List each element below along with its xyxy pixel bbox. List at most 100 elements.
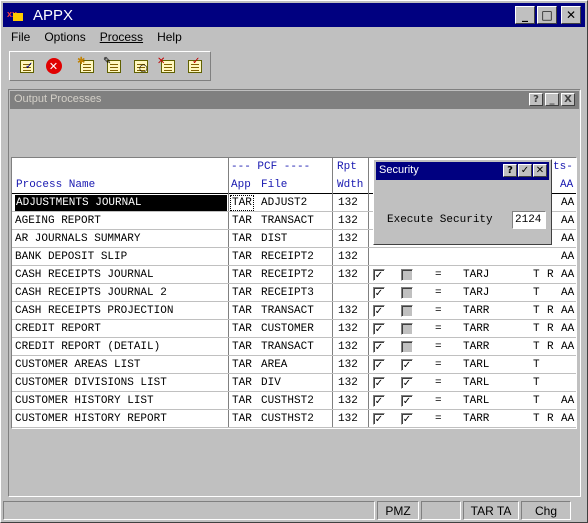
process-name-cell[interactable]: CUSTOMER DIVISIONS LIST bbox=[15, 377, 167, 389]
table-row[interactable]: BANK DEPOSIT SLIP TAR RECEIPT2 132 AA bbox=[12, 248, 576, 266]
checkbox-col1[interactable]: ✓ bbox=[373, 413, 385, 425]
checkbox-col2[interactable]: ✓ bbox=[401, 413, 413, 425]
process-name-cell[interactable]: CREDIT REPORT bbox=[15, 323, 101, 335]
width-cell[interactable]: 132 bbox=[338, 197, 358, 209]
inner-close-button[interactable]: X bbox=[561, 93, 575, 106]
width-cell[interactable]: 132 bbox=[338, 233, 358, 245]
app-cell[interactable]: TAR bbox=[232, 341, 252, 353]
file-cell[interactable]: CUSTHST2 bbox=[261, 395, 314, 407]
app-cell[interactable]: TAR bbox=[232, 395, 252, 407]
security-close-button[interactable]: ✕ bbox=[533, 164, 547, 177]
aa-cell[interactable]: AA bbox=[561, 395, 574, 407]
r-flag-cell[interactable]: R bbox=[547, 323, 554, 335]
app-cell[interactable]: TAR bbox=[232, 359, 252, 371]
checkbox-col1[interactable]: ✓ bbox=[373, 287, 385, 299]
app-cell[interactable]: TAR bbox=[232, 251, 252, 263]
table-row[interactable]: CASH RECEIPTS JOURNAL 2 TAR RECEIPT3 ✓ ✓ = TAR… bbox=[12, 284, 576, 302]
t-flag-cell[interactable]: T bbox=[533, 377, 540, 389]
aa-cell[interactable]: AA bbox=[561, 305, 574, 317]
file-cell[interactable]: TRANSACT bbox=[261, 341, 314, 353]
table-row[interactable]: CUSTOMER HISTORY REPORT TAR CUSTHST2 132 ✓ ✓ =… bbox=[12, 410, 576, 428]
group-cell[interactable]: TARL bbox=[463, 395, 489, 407]
new-button[interactable]: ✱ bbox=[76, 56, 97, 77]
process-name-cell[interactable]: AR JOURNALS SUMMARY bbox=[15, 233, 140, 245]
group-cell[interactable]: TARL bbox=[463, 359, 489, 371]
open-button[interactable]: ✎ bbox=[103, 56, 124, 77]
table-row[interactable]: CASH RECEIPTS PROJECTION TAR TRANSACT 132 ✓ ✓… bbox=[12, 302, 576, 320]
checkbox-col2[interactable]: ✓ bbox=[401, 323, 413, 335]
aa-cell[interactable]: AA bbox=[561, 233, 574, 245]
r-flag-cell[interactable]: R bbox=[547, 341, 554, 353]
aa-cell[interactable]: AA bbox=[561, 197, 574, 209]
checkbox-col1[interactable]: ✓ bbox=[373, 395, 385, 407]
menu-process[interactable]: Process bbox=[92, 29, 149, 47]
process-name-cell[interactable]: CREDIT REPORT (DETAIL) bbox=[15, 341, 160, 353]
width-cell[interactable]: 132 bbox=[338, 323, 358, 335]
t-flag-cell[interactable]: T bbox=[533, 323, 540, 335]
aa-cell[interactable]: AA bbox=[561, 323, 574, 335]
security-help-button[interactable]: ? bbox=[503, 164, 517, 177]
table-row[interactable]: CUSTOMER AREAS LIST TAR AREA 132 ✓ ✓ = TARL T bbox=[12, 356, 576, 374]
minimize-button[interactable]: _ bbox=[515, 6, 535, 24]
group-cell[interactable]: TARJ bbox=[463, 269, 489, 281]
checkbox-col1[interactable]: ✓ bbox=[373, 269, 385, 281]
execute-security-field[interactable]: 2124 bbox=[512, 211, 546, 229]
width-cell[interactable]: 132 bbox=[338, 215, 358, 227]
r-flag-cell[interactable]: R bbox=[547, 269, 554, 281]
aa-cell[interactable]: AA bbox=[561, 341, 574, 353]
process-name-cell[interactable]: BANK DEPOSIT SLIP bbox=[15, 251, 127, 263]
aa-cell[interactable]: AA bbox=[561, 269, 574, 281]
security-dialog-title-bar[interactable]: Security ? ✓ ✕ bbox=[376, 162, 549, 180]
file-cell[interactable]: ADJUST2 bbox=[261, 197, 307, 209]
process-name-cell[interactable]: CUSTOMER HISTORY REPORT bbox=[15, 413, 167, 425]
file-cell[interactable]: AREA bbox=[261, 359, 287, 371]
file-cell[interactable]: RECEIPT3 bbox=[261, 287, 314, 299]
menu-help[interactable]: Help bbox=[149, 29, 188, 47]
table-row[interactable]: CREDIT REPORT TAR CUSTOMER 132 ✓ ✓ = TARR TR AA bbox=[12, 320, 576, 338]
process-name-cell[interactable]: CUSTOMER HISTORY LIST bbox=[15, 395, 154, 407]
title-bar[interactable]: xx APPX _ □ ✕ bbox=[3, 3, 585, 27]
t-flag-cell[interactable]: T bbox=[533, 341, 540, 353]
maximize-button[interactable]: □ bbox=[537, 6, 557, 24]
width-cell[interactable]: 132 bbox=[338, 251, 358, 263]
app-cell[interactable]: TAR bbox=[232, 413, 252, 425]
app-cell[interactable]: TAR bbox=[232, 305, 252, 317]
t-flag-cell[interactable]: T bbox=[533, 413, 540, 425]
checkbox-col2[interactable]: ✓ bbox=[401, 377, 413, 389]
app-cell[interactable]: TAR bbox=[232, 287, 252, 299]
width-cell[interactable]: 132 bbox=[338, 341, 358, 353]
file-cell[interactable]: TRANSACT bbox=[261, 215, 314, 227]
table-row[interactable]: CREDIT REPORT (DETAIL) TAR TRANSACT 132 ✓ ✓ = T… bbox=[12, 338, 576, 356]
process-name-cell[interactable]: CASH RECEIPTS JOURNAL 2 bbox=[15, 287, 167, 299]
process-name-cell[interactable]: AGEING REPORT bbox=[15, 215, 101, 227]
checkbox-col1[interactable]: ✓ bbox=[373, 323, 385, 335]
ok-button[interactable]: ✓ bbox=[16, 56, 37, 77]
checkbox-col1[interactable]: ✓ bbox=[373, 377, 385, 389]
checkbox-col1[interactable]: ✓ bbox=[373, 305, 385, 317]
process-name-cell[interactable]: CUSTOMER AREAS LIST bbox=[15, 359, 140, 371]
checkbox-col2[interactable]: ✓ bbox=[401, 305, 413, 317]
inner-minimize-button[interactable]: _ bbox=[545, 93, 559, 106]
width-cell[interactable]: 132 bbox=[338, 305, 358, 317]
width-cell[interactable]: 132 bbox=[338, 269, 358, 281]
group-cell[interactable]: TARJ bbox=[463, 287, 489, 299]
find-button[interactable]: ○ bbox=[130, 56, 151, 77]
checkbox-col1[interactable]: ✓ bbox=[373, 341, 385, 353]
process-name-cell[interactable]: CASH RECEIPTS PROJECTION bbox=[15, 305, 173, 317]
file-cell[interactable]: CUSTHST2 bbox=[261, 413, 314, 425]
app-cell[interactable]: TAR bbox=[232, 215, 252, 227]
aa-cell[interactable]: AA bbox=[561, 215, 574, 227]
menu-file[interactable]: File bbox=[3, 29, 36, 47]
file-cell[interactable]: DIST bbox=[261, 233, 287, 245]
inner-window-title-bar[interactable]: Output Processes ? _ X bbox=[10, 91, 579, 109]
t-flag-cell[interactable]: T bbox=[533, 305, 540, 317]
cancel-button[interactable]: ✕ bbox=[43, 56, 64, 77]
checkbox-col2[interactable]: ✓ bbox=[401, 395, 413, 407]
group-cell[interactable]: TARL bbox=[463, 377, 489, 389]
checkbox-col2[interactable]: ✓ bbox=[401, 269, 413, 281]
t-flag-cell[interactable]: T bbox=[533, 269, 540, 281]
aa-cell[interactable]: AA bbox=[561, 287, 574, 299]
t-flag-cell[interactable]: T bbox=[533, 395, 540, 407]
aa-cell[interactable]: AA bbox=[561, 413, 574, 425]
checkbox-col2[interactable]: ✓ bbox=[401, 341, 413, 353]
